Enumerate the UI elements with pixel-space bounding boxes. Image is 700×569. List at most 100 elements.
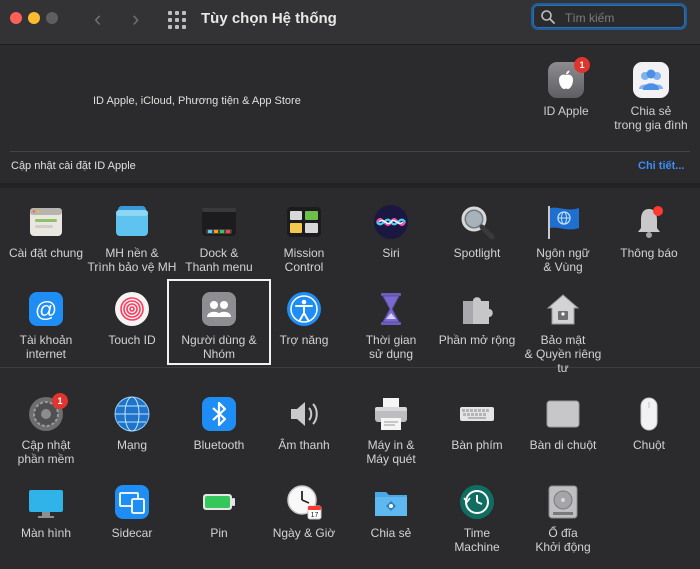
- software-update-badge: 1: [52, 393, 68, 409]
- keyboard-icon: [459, 396, 495, 432]
- family-sharing-pane[interactable]: Chia sẻ trong gia đình: [606, 62, 696, 132]
- pane-label: Máy in & Máy quét: [366, 438, 416, 466]
- pane-label: Thông báo: [620, 246, 678, 260]
- family-sharing-icon: [633, 62, 669, 98]
- apple-id-icon: 1: [548, 57, 590, 98]
- pane-spotlight[interactable]: Spotlight: [432, 204, 522, 260]
- pane-label: Chia sẻ: [370, 526, 412, 540]
- svg-text:17: 17: [311, 512, 319, 519]
- pane-screen-time[interactable]: Thời gian sử dụng: [346, 291, 436, 361]
- svg-text:@: @: [35, 297, 57, 322]
- pane-network[interactable]: Mạng: [87, 396, 177, 452]
- show-all-grid-icon[interactable]: [168, 11, 186, 29]
- pane-label: Time Machine: [454, 526, 500, 554]
- battery-icon: [201, 484, 237, 520]
- dock-icon: [201, 204, 237, 240]
- pane-date-time[interactable]: 17 Ngày & Giờ: [259, 484, 349, 540]
- pane-label: Mission Control: [283, 246, 325, 274]
- house-lock-icon: [545, 291, 581, 327]
- minimize-window-button[interactable]: [28, 12, 40, 24]
- desktop-screensaver-icon: [114, 204, 150, 240]
- network-globe-icon: [114, 396, 150, 432]
- pane-label: Chuột: [632, 438, 666, 452]
- pane-siri[interactable]: Siri: [346, 204, 436, 260]
- search-input[interactable]: [563, 8, 685, 28]
- apple-id-description: ID Apple, iCloud, Phương tiện & App Stor…: [93, 95, 301, 107]
- window-title: Tùy chọn Hệ thống: [201, 10, 337, 27]
- software-update-gear-icon: 1: [28, 393, 68, 432]
- pane-sound[interactable]: Âm thanh: [259, 396, 349, 452]
- pane-label: Cài đặt chung: [8, 246, 84, 260]
- pane-label: Cập nhật phần mềm: [17, 438, 75, 466]
- pane-touch-id[interactable]: Touch ID: [87, 291, 177, 347]
- pane-label: Dock & Thanh menu: [185, 246, 253, 274]
- time-machine-icon: [459, 484, 495, 520]
- pane-label: Spotlight: [453, 246, 501, 260]
- pane-label: Màn hình: [20, 526, 72, 540]
- pane-bluetooth[interactable]: Bluetooth: [174, 396, 264, 452]
- pane-notifications[interactable]: Thông báo: [604, 204, 694, 260]
- pane-internet-accounts[interactable]: @ Tài khoản internet: [1, 291, 91, 361]
- pane-extensions[interactable]: Phần mở rộng: [432, 291, 522, 347]
- pane-accessibility[interactable]: Trợ năng: [259, 291, 349, 347]
- bluetooth-icon: [201, 396, 237, 432]
- accessibility-icon: [286, 291, 322, 327]
- pane-label: Tài khoản internet: [19, 333, 73, 361]
- update-banner-text: Cập nhật cài đặt ID Apple: [11, 160, 136, 172]
- update-details-link[interactable]: Chi tiết...: [638, 160, 684, 172]
- pane-language-region[interactable]: Ngôn ngữ & Vùng: [518, 204, 608, 274]
- pane-time-machine[interactable]: Time Machine: [432, 484, 522, 554]
- language-flag-icon: [545, 204, 581, 240]
- puzzle-piece-icon: [459, 291, 495, 327]
- pane-sharing[interactable]: Chia sẻ: [346, 484, 436, 540]
- pane-software-update[interactable]: 1 Cập nhật phần mềm: [1, 393, 91, 466]
- pane-label: Âm thanh: [278, 438, 330, 452]
- printer-icon: [373, 396, 409, 432]
- clock-calendar-icon: 17: [286, 484, 322, 520]
- trackpad-icon: [545, 396, 581, 432]
- mission-control-icon: [286, 204, 322, 240]
- pane-label: Pin: [210, 526, 228, 540]
- pane-trackpad[interactable]: Bàn di chuột: [518, 396, 608, 452]
- pane-label: Ổ đĩa Khởi động: [535, 526, 591, 554]
- pane-dock-menubar[interactable]: Dock & Thanh menu: [174, 204, 264, 274]
- family-sharing-label: Chia sẻ trong gia đình: [614, 104, 688, 132]
- pane-displays[interactable]: Màn hình: [1, 484, 91, 540]
- pane-label: Bàn di chuột: [529, 438, 597, 452]
- forward-chevron-icon[interactable]: ›: [132, 6, 139, 32]
- pane-general[interactable]: Cài đặt chung: [1, 204, 91, 260]
- pane-label: Mạng: [116, 438, 148, 452]
- back-chevron-icon[interactable]: ‹: [94, 6, 101, 32]
- pane-label: Touch ID: [108, 333, 156, 347]
- notification-bell-icon: [631, 204, 667, 240]
- pane-desktop-screensaver[interactable]: MH nền & Trình bảo vệ MH: [87, 204, 177, 274]
- pane-security-privacy[interactable]: Bảo mật & Quyền riêng tư: [518, 291, 608, 375]
- pane-sidecar[interactable]: Sidecar: [87, 484, 177, 540]
- pane-label: Ngôn ngữ & Vùng: [536, 246, 590, 274]
- search-box[interactable]: [531, 3, 687, 30]
- pane-label: Sidecar: [111, 526, 153, 540]
- divider: [10, 151, 690, 152]
- pane-keyboard[interactable]: Bàn phím: [432, 396, 522, 452]
- pane-mouse[interactable]: Chuột: [604, 396, 694, 452]
- pane-printers-scanners[interactable]: Máy in & Máy quét: [346, 396, 436, 466]
- mouse-icon: [631, 396, 667, 432]
- pane-label: Ngày & Giờ: [272, 526, 336, 540]
- pane-battery[interactable]: Pin: [174, 484, 264, 540]
- sharing-folder-icon: [373, 484, 409, 520]
- pane-label: Thời gian sử dụng: [365, 333, 417, 361]
- sidecar-icon: [114, 484, 150, 520]
- apple-id-pane[interactable]: 1 ID Apple: [521, 57, 611, 118]
- selection-highlight: [167, 279, 271, 365]
- apple-id-badge: 1: [574, 57, 590, 73]
- zoom-window-button[interactable]: [46, 12, 58, 24]
- hourglass-icon: [373, 291, 409, 327]
- close-window-button[interactable]: [10, 12, 22, 24]
- apple-id-label: ID Apple: [543, 104, 589, 118]
- at-sign-icon: @: [28, 291, 64, 327]
- pane-mission-control[interactable]: Mission Control: [259, 204, 349, 274]
- pane-startup-disk[interactable]: Ổ đĩa Khởi động: [518, 484, 608, 554]
- pane-label: Phần mở rộng: [438, 333, 516, 347]
- search-icon: [541, 10, 555, 24]
- general-icon: [28, 204, 64, 240]
